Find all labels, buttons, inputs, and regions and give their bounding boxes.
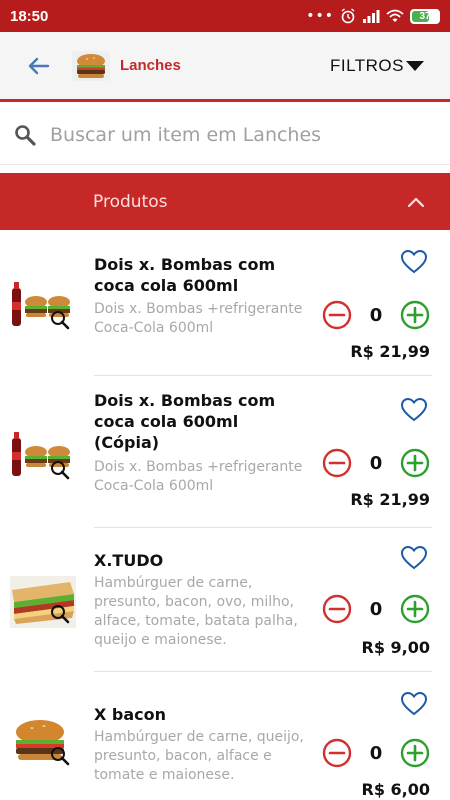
quantity-value: 0 [369, 304, 383, 326]
decrease-quantity-button[interactable] [322, 448, 352, 478]
battery-level: 37 [419, 10, 431, 22]
signal-icon [363, 10, 380, 23]
decrease-quantity-button[interactable] [322, 300, 352, 330]
collapse-section-button[interactable] [404, 190, 428, 214]
decrease-quantity-button[interactable] [322, 738, 352, 768]
minus-circle-icon [322, 300, 352, 330]
product-item[interactable]: Dois x. Bombas com coca cola 600ml Dois … [0, 230, 450, 376]
quantity-stepper: 0 [322, 300, 430, 330]
status-time: 18:50 [10, 7, 49, 25]
favorite-heart-icon[interactable] [401, 546, 427, 570]
product-description: Dois x. Bombas +refrigerante Coca-Cola 6… [94, 459, 303, 494]
decrease-quantity-button[interactable] [322, 594, 352, 624]
favorite-heart-icon[interactable] [401, 250, 427, 274]
quantity-stepper: 0 [322, 594, 430, 624]
product-description: Hambúrguer de carne, queijo, presunto, b… [94, 729, 304, 783]
screen: 18:50 ••• 37 Lanches FILTROS Buscar um i… [0, 0, 450, 800]
product-image [10, 716, 76, 768]
caret-down-icon [406, 60, 424, 71]
quantity-value: 0 [369, 742, 383, 764]
notification-dots-icon: ••• [306, 8, 334, 24]
product-price: R$ 6,00 [361, 780, 431, 799]
back-button[interactable] [18, 46, 58, 86]
increase-quantity-button[interactable] [400, 448, 430, 478]
product-price: R$ 9,00 [361, 638, 431, 657]
product-image [10, 430, 76, 482]
product-description: Dois x. Bombas +refrigerante Coca-Cola 6… [94, 301, 303, 336]
quantity-stepper: 0 [322, 738, 430, 768]
alarm-icon [341, 8, 355, 24]
arrow-left-icon [28, 57, 50, 74]
plus-circle-icon [400, 300, 430, 330]
product-name: X bacon [94, 705, 167, 724]
minus-circle-icon [322, 448, 352, 478]
increase-quantity-button[interactable] [400, 594, 430, 624]
section-header-produtos[interactable]: Produtos [0, 173, 450, 230]
product-item[interactable]: X bacon Hambúrguer de carne, queijo, pre… [0, 672, 450, 800]
product-name: X.TUDO [94, 551, 164, 570]
quantity-value: 0 [369, 452, 383, 474]
product-item[interactable]: X.TUDO Hambúrguer de carne, presunto, ba… [0, 528, 450, 672]
search-bar [0, 105, 450, 165]
wifi-icon [386, 9, 404, 22]
search-input[interactable] [50, 123, 410, 146]
plus-circle-icon [400, 594, 430, 624]
filters-button[interactable]: FILTROS [330, 56, 424, 76]
plus-circle-icon [400, 448, 430, 478]
increase-quantity-button[interactable] [400, 738, 430, 768]
status-bar: 18:50 ••• 37 [0, 0, 450, 32]
product-item[interactable]: Dois x. Bombas com coca cola 600ml (Cópi… [0, 376, 450, 528]
product-price: R$ 21,99 [350, 490, 430, 509]
app-bar: Lanches FILTROS [0, 32, 450, 102]
filters-label: FILTROS [329, 55, 404, 75]
quantity-stepper: 0 [322, 448, 430, 478]
favorite-heart-icon[interactable] [401, 692, 427, 716]
section-title: Produtos [93, 191, 168, 212]
chevron-up-icon [407, 197, 425, 207]
search-icon [15, 124, 36, 146]
category-title: Lanches [120, 57, 181, 74]
favorite-heart-icon[interactable] [401, 398, 427, 422]
product-name: Dois x. Bombas com coca cola 600ml [94, 255, 276, 295]
minus-circle-icon [322, 594, 352, 624]
increase-quantity-button[interactable] [400, 300, 430, 330]
product-description: Hambúrguer de carne, presunto, bacon, ov… [94, 575, 298, 648]
product-name: Dois x. Bombas com coca cola 600ml (Cópi… [94, 391, 276, 452]
category-burger-image [72, 50, 110, 81]
plus-circle-icon [400, 738, 430, 768]
battery-icon: 37 [410, 8, 440, 24]
product-image [10, 280, 76, 332]
product-image [10, 576, 76, 628]
product-price: R$ 21,99 [350, 342, 430, 361]
minus-circle-icon [322, 738, 352, 768]
quantity-value: 0 [369, 598, 383, 620]
status-icons: ••• 37 [306, 8, 440, 24]
